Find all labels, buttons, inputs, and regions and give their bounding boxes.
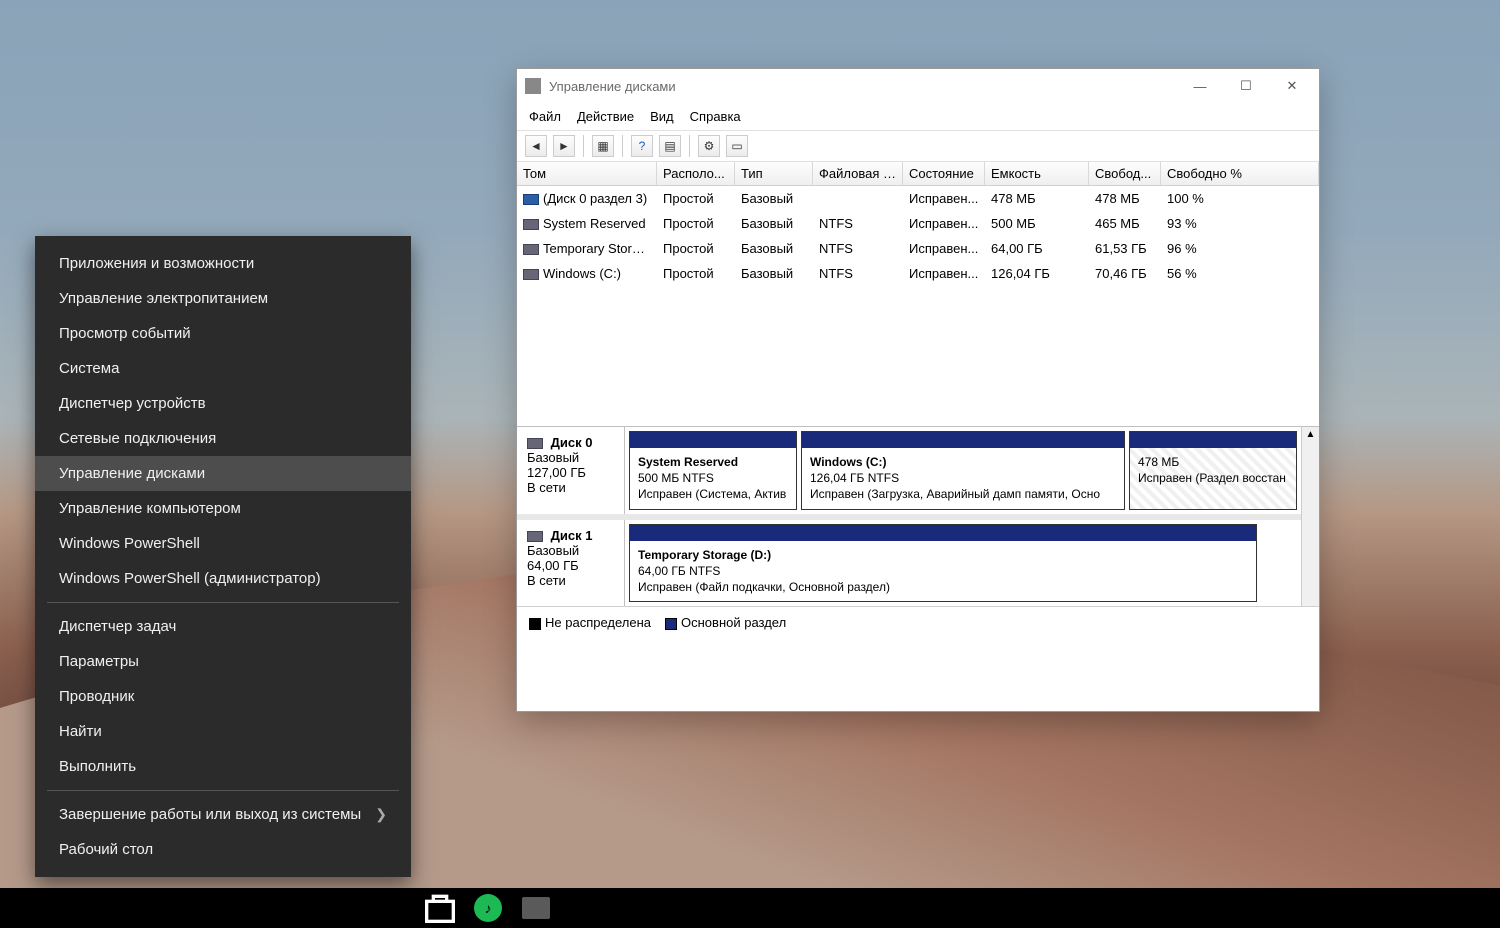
list-button[interactable]: ▤ — [659, 135, 681, 157]
winx-menu: Приложения и возможностиУправление элект… — [35, 236, 411, 877]
menu-file[interactable]: Файл — [529, 109, 561, 124]
disk-label[interactable]: Диск 1Базовый64,00 ГБВ сети — [517, 520, 625, 607]
winx-item[interactable]: Найти — [35, 714, 411, 749]
col-status[interactable]: Состояние — [903, 162, 985, 185]
winx-item[interactable]: Завершение работы или выход из системы❯ — [35, 797, 411, 832]
minimize-button[interactable]: — — [1177, 71, 1223, 101]
winx-item[interactable]: Windows PowerShell (администратор) — [35, 561, 411, 596]
disk-row: Диск 0Базовый127,00 ГБВ сетиSystem Reser… — [517, 427, 1301, 514]
window-title: Управление дисками — [549, 79, 1177, 94]
view-button[interactable]: ▭ — [726, 135, 748, 157]
menu-bar: Файл Действие Вид Справка — [517, 103, 1319, 131]
legend: Не распределена Основной раздел — [517, 606, 1319, 638]
winx-item[interactable]: Windows PowerShell — [35, 526, 411, 561]
winx-item[interactable]: Рабочий стол — [35, 832, 411, 867]
volume-list[interactable]: (Диск 0 раздел 3) ПростойБазовый Исправе… — [517, 186, 1319, 426]
legend-unallocated-swatch — [529, 618, 541, 630]
help-button[interactable]: ? — [631, 135, 653, 157]
legend-primary-swatch — [665, 618, 677, 630]
col-type[interactable]: Тип — [735, 162, 813, 185]
taskbar-app-icon[interactable] — [516, 888, 556, 928]
app-icon — [525, 78, 541, 94]
volume-list-header: Том Располо... Тип Файловая с... Состоян… — [517, 162, 1319, 186]
chevron-right-icon: ❯ — [375, 806, 387, 823]
disk-label[interactable]: Диск 0Базовый127,00 ГБВ сети — [517, 427, 625, 514]
forward-button[interactable]: ► — [553, 135, 575, 157]
partition[interactable]: Temporary Storage (D:)64,00 ГБ NTFSИспра… — [629, 524, 1257, 603]
col-fs[interactable]: Файловая с... — [813, 162, 903, 185]
disk-management-window: Управление дисками — ☐ ✕ Файл Действие В… — [516, 68, 1320, 712]
volume-row[interactable]: Windows (C:) ПростойБазовый NTFSИсправен… — [517, 261, 1319, 286]
winx-item[interactable]: Диспетчер задач — [35, 609, 411, 644]
refresh-button[interactable]: ▦ — [592, 135, 614, 157]
properties-button[interactable]: ⚙ — [698, 135, 720, 157]
col-volume[interactable]: Том — [517, 162, 657, 185]
winx-item[interactable]: Просмотр событий — [35, 316, 411, 351]
taskbar-store-icon[interactable] — [420, 888, 460, 928]
menu-action[interactable]: Действие — [577, 109, 634, 124]
legend-primary: Основной раздел — [681, 615, 786, 630]
close-button[interactable]: ✕ — [1269, 71, 1315, 101]
winx-item[interactable]: Управление электропитанием — [35, 281, 411, 316]
partition[interactable]: Windows (C:)126,04 ГБ NTFSИсправен (Загр… — [801, 431, 1125, 510]
winx-item[interactable]: Приложения и возможности — [35, 246, 411, 281]
winx-item[interactable]: Сетевые подключения — [35, 421, 411, 456]
winx-item[interactable]: Диспетчер устройств — [35, 386, 411, 421]
col-layout[interactable]: Располо... — [657, 162, 735, 185]
winx-item[interactable]: Управление дисками — [35, 456, 411, 491]
winx-item[interactable]: Выполнить — [35, 749, 411, 784]
back-button[interactable]: ◄ — [525, 135, 547, 157]
volume-row[interactable]: (Диск 0 раздел 3) ПростойБазовый Исправе… — [517, 186, 1319, 211]
winx-item[interactable]: Система — [35, 351, 411, 386]
titlebar[interactable]: Управление дисками — ☐ ✕ — [517, 69, 1319, 103]
col-capacity[interactable]: Емкость — [985, 162, 1089, 185]
winx-item[interactable]: Проводник — [35, 679, 411, 714]
taskbar-spotify-icon[interactable]: ♪ — [468, 888, 508, 928]
taskbar: ♪ — [0, 888, 1500, 928]
partition[interactable]: System Reserved500 МБ NTFSИсправен (Сист… — [629, 431, 797, 510]
menu-view[interactable]: Вид — [650, 109, 674, 124]
disk-row: Диск 1Базовый64,00 ГБВ сетиTemporary Sto… — [517, 520, 1301, 607]
maximize-button[interactable]: ☐ — [1223, 71, 1269, 101]
volume-row[interactable]: System Reserved ПростойБазовый NTFSИспра… — [517, 211, 1319, 236]
toolbar: ◄ ► ▦ ? ▤ ⚙ ▭ — [517, 131, 1319, 162]
col-free[interactable]: Свобод... — [1089, 162, 1161, 185]
col-pct[interactable]: Свободно % — [1161, 162, 1319, 185]
graphical-view: Диск 0Базовый127,00 ГБВ сетиSystem Reser… — [517, 426, 1319, 638]
menu-help[interactable]: Справка — [690, 109, 741, 124]
partition[interactable]: 478 МБИсправен (Раздел восстан — [1129, 431, 1297, 510]
winx-item[interactable]: Управление компьютером — [35, 491, 411, 526]
volume-row[interactable]: Temporary Storag... ПростойБазовый NTFSИ… — [517, 236, 1319, 261]
winx-item[interactable]: Параметры — [35, 644, 411, 679]
scroll-up-button[interactable]: ▲ — [1301, 427, 1319, 606]
legend-unallocated: Не распределена — [545, 615, 651, 630]
